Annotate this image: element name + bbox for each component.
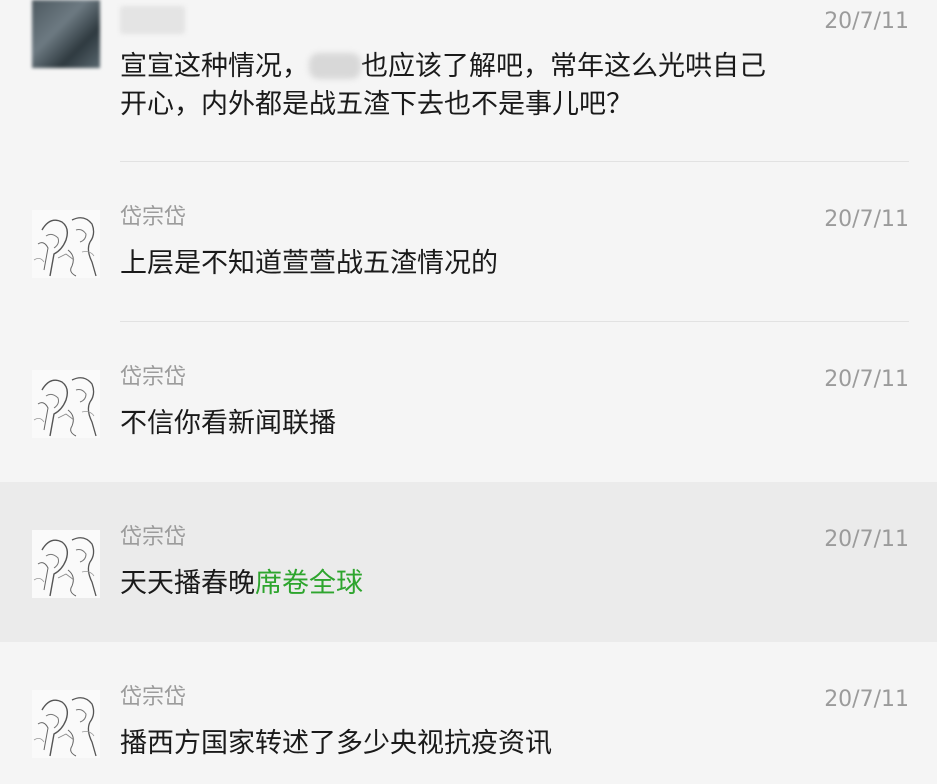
- avatar-sketch: [32, 370, 100, 438]
- timestamp: 20/7/11: [824, 367, 909, 392]
- anime-sketch-avatar-icon[interactable]: [32, 370, 100, 438]
- avatar-sketch: [32, 690, 100, 758]
- avatar-sketch: [32, 210, 100, 278]
- comment-item[interactable]: xxxxx 20/7/11 宣宣这种情况，也应该了解吧，常年这么光哄自己开心，内…: [0, 0, 937, 160]
- comment-item-highlighted[interactable]: 岱宗岱 20/7/11 天天播春晚席卷全球: [0, 482, 937, 642]
- comment-item[interactable]: 岱宗岱 20/7/11 不信你看新闻联播: [0, 322, 937, 482]
- anime-sketch-avatar-icon[interactable]: [32, 210, 100, 278]
- comment-text: 天天播春晚席卷全球: [120, 565, 780, 603]
- hashtag-link[interactable]: 席卷全球: [255, 568, 363, 599]
- timestamp: 20/7/11: [824, 527, 909, 552]
- username[interactable]: 岱宗岱: [120, 684, 186, 712]
- username[interactable]: xxxxx: [120, 6, 186, 34]
- avatar-sketch: [32, 530, 100, 598]
- comment-item[interactable]: 岱宗岱 20/7/11 播西方国家转述了多少央视抗疫资讯: [0, 642, 937, 784]
- comment-text-part: 宣宣这种情况，: [120, 51, 309, 82]
- anime-sketch-avatar-icon[interactable]: [32, 690, 100, 758]
- comment-text: 上层是不知道萱萱战五渣情况的: [120, 248, 498, 279]
- username[interactable]: 岱宗岱: [120, 524, 186, 552]
- anime-sketch-avatar-icon[interactable]: [32, 530, 100, 598]
- timestamp: 20/7/11: [824, 9, 909, 34]
- redaction-blob: [309, 53, 361, 79]
- username[interactable]: 岱宗岱: [120, 204, 186, 232]
- comment-text: 播西方国家转述了多少央视抗疫资讯: [120, 728, 552, 759]
- comment-text: 宣宣这种情况， 也应该了解吧，常年这么光哄自己开心，内外都是战五渣下去也不是事儿吧…: [120, 48, 780, 124]
- blurred-avatar-icon[interactable]: [32, 0, 100, 68]
- comment-text-part: 天天播春晚: [120, 568, 255, 599]
- timestamp: 20/7/11: [824, 687, 909, 712]
- comment-thread: xxxxx 20/7/11 宣宣这种情况，也应该了解吧，常年这么光哄自己开心，内…: [0, 0, 937, 784]
- timestamp: 20/7/11: [824, 207, 909, 232]
- comment-item[interactable]: 岱宗岱 20/7/11 上层是不知道萱萱战五渣情况的: [0, 162, 937, 322]
- username[interactable]: 岱宗岱: [120, 364, 186, 392]
- comment-text: 不信你看新闻联播: [120, 408, 336, 439]
